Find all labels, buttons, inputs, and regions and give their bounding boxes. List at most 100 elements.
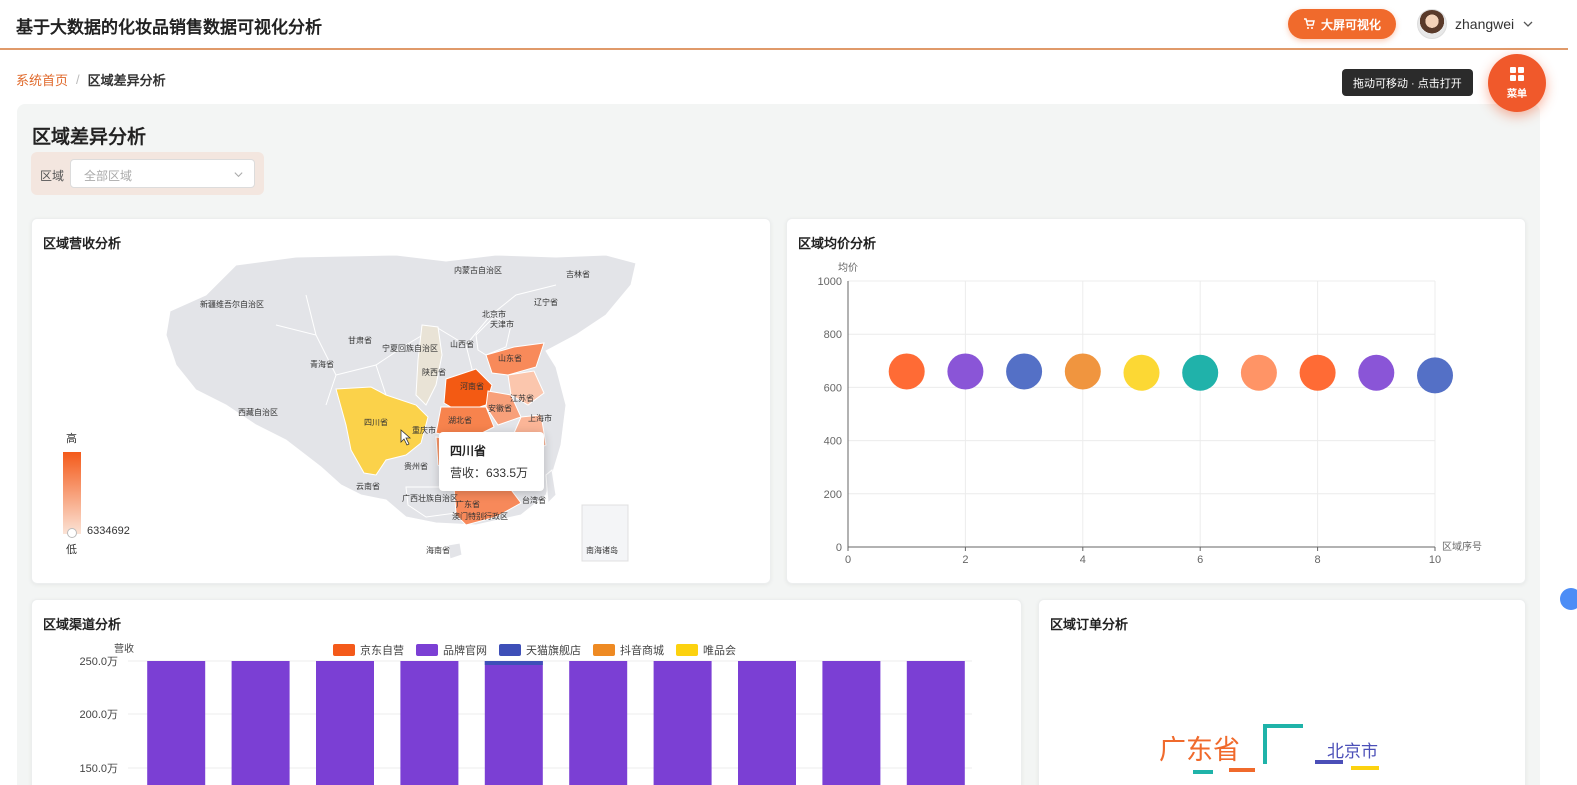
legend-label[interactable]: 天猫旗舰店 [526, 643, 581, 657]
breadcrumb-current: 区域差异分析 [87, 73, 166, 88]
bar[interactable] [653, 661, 712, 785]
legend-label[interactable]: 抖音商城 [620, 643, 664, 657]
legend-label[interactable]: 品牌官网 [443, 643, 487, 657]
bar[interactable] [484, 661, 543, 785]
tooltip-label: 营收： [450, 466, 487, 480]
app-title: 基于大数据的化妆品销售数据可视化分析 [16, 18, 322, 37]
avatar[interactable] [1417, 9, 1447, 39]
map-region-label: 吉林省 [566, 269, 590, 279]
map-region-label: 上海市 [528, 413, 552, 423]
bar-segment[interactable] [484, 661, 543, 665]
x-tick-label: 0 [845, 554, 851, 566]
legend-swatch[interactable] [333, 644, 355, 656]
y-tick-label: 600 [824, 382, 842, 394]
map-region-label: 广西壮族自治区 [402, 493, 458, 503]
map-region-label: 山西省 [450, 339, 474, 349]
channel-bar-chart[interactable]: 250.0万 200.0万 150.0万 营收 京东自营 品牌官网 天猫旗舰店 抖音商城 唯品会 [32, 600, 1023, 785]
scatter-point[interactable] [1182, 354, 1219, 391]
card-title: 区域订单分析 [1050, 617, 1129, 632]
cart-icon [1303, 18, 1315, 29]
map-region-label: 河南省 [460, 381, 484, 391]
y-tick-label: 800 [824, 329, 842, 341]
scatter-point[interactable] [1240, 354, 1277, 391]
region-channel-card: 区域渠道分析 250.0万 200.0万 150.0万 营收 京东自营 品牌官网 天猫旗舰店… [31, 599, 1022, 785]
legend-high-label: 高 [66, 433, 77, 445]
word-cloud-glyph [1193, 770, 1213, 785]
bar[interactable] [400, 661, 459, 785]
legend-label[interactable]: 京东自营 [360, 643, 404, 657]
region-select[interactable]: 全部区域 [70, 159, 255, 188]
chevron-down-icon [234, 172, 243, 178]
x-tick-label: 4 [1080, 554, 1086, 566]
legend-swatch[interactable] [676, 644, 698, 656]
map-region-label: 台湾省 [522, 495, 546, 505]
y-tick-label: 150.0万 [79, 763, 118, 775]
map-base [165, 255, 637, 526]
price-scatter-chart[interactable]: 0 200 400 600 800 1000 0 2 4 6 8 10 均价区域序号 [787, 219, 1527, 585]
map-region-label: 北京市 [482, 309, 506, 319]
region-price-card: 区域均价分析 0 200 400 600 800 1000 0 2 4 6 8 10 均价 区域序号 [786, 218, 1526, 584]
legend-swatch[interactable] [499, 644, 521, 656]
side-handle[interactable] [1560, 588, 1577, 610]
breadcrumb: 系统首页 / 区域差异分析 [16, 70, 166, 89]
scatter-point[interactable] [1299, 354, 1336, 391]
bar[interactable] [316, 661, 374, 785]
map-region-label: 澳门特别行政区 [452, 511, 508, 521]
user-menu[interactable]: zhangwei [1417, 9, 1534, 39]
bar[interactable] [147, 661, 206, 785]
card-title: 区域营收分析 [43, 236, 122, 251]
scatter-point[interactable] [1417, 357, 1453, 394]
map-tooltip: 四川省 营收：633.5万 [439, 432, 544, 491]
grid-icon [1510, 67, 1524, 81]
map-region-label: 安徽省 [488, 403, 512, 413]
username: zhangwei [1455, 16, 1515, 32]
legend-handle[interactable] [67, 528, 77, 538]
tooltip-title: 四川省 [450, 444, 487, 458]
bigscreen-button[interactable]: 大屏可视化 [1288, 9, 1396, 39]
bar[interactable] [906, 661, 965, 785]
region-revenue-card: 区域营收分析 内蒙古自治区 吉林省 新疆维吾尔自治区 辽宁省 北京市 天津市 甘… [31, 218, 771, 584]
word-cloud-word[interactable]: 北京市 [1327, 737, 1378, 762]
map-region-label: 江苏省 [510, 393, 534, 403]
scatter-point[interactable] [1064, 353, 1101, 390]
x-tick-label: 6 [1197, 554, 1203, 566]
bar[interactable] [738, 661, 796, 785]
legend-low-label: 低 [66, 544, 77, 556]
tooltip-line: 营收：633.5万 [450, 464, 533, 481]
bigscreen-label: 大屏可视化 [1320, 17, 1381, 32]
drag-hint-tooltip: 拖动可移动 · 点击打开 [1342, 69, 1473, 96]
legend-swatch[interactable] [416, 644, 438, 656]
scatter-point[interactable] [1006, 353, 1043, 390]
y-tick-label: 200 [824, 489, 842, 501]
y-axis-title: 均价 [838, 262, 858, 274]
legend-value: 6334692 [87, 525, 130, 537]
chevron-down-icon [1523, 21, 1533, 27]
map-region-label: 云南省 [356, 481, 380, 491]
scatter-point[interactable] [1123, 354, 1160, 391]
map-region-label: 重庆市 [412, 425, 436, 435]
x-axis-title: 区域序号 [1442, 540, 1482, 553]
map-region-label: 广东省 [456, 499, 480, 509]
breadcrumb-separator: / [76, 72, 80, 87]
x-tick-label: 10 [1429, 554, 1441, 566]
legend-swatch[interactable] [593, 644, 615, 656]
china-map[interactable]: 内蒙古自治区 吉林省新疆维吾尔自治区 辽宁省北京市天津市甘肃省宁夏回族自治区 山西省青… [136, 255, 646, 567]
floating-menu-button[interactable]: 菜单 [1488, 54, 1546, 112]
breadcrumb-home[interactable]: 系统首页 [16, 70, 68, 89]
map-region-label: 辽宁省 [534, 297, 558, 307]
bar[interactable] [231, 661, 290, 785]
region-select-placeholder: 全部区域 [84, 169, 133, 183]
scatter-point[interactable] [1358, 354, 1395, 391]
map-region-label: 陕西省 [422, 367, 446, 377]
y-tick-label: 0 [836, 542, 842, 554]
bar[interactable] [569, 661, 628, 785]
scatter-point[interactable] [888, 353, 925, 390]
scatter-point[interactable] [947, 353, 984, 390]
legend-label[interactable]: 唯品会 [703, 644, 736, 657]
legend-gradient-bar[interactable] [63, 452, 81, 534]
word-cloud-word[interactable]: 广东省 [1159, 728, 1240, 767]
map-region-label: 贵州省 [404, 461, 428, 471]
bar[interactable] [822, 661, 881, 785]
y-tick-label: 1000 [818, 276, 842, 288]
word-cloud-glyph [1263, 724, 1303, 764]
